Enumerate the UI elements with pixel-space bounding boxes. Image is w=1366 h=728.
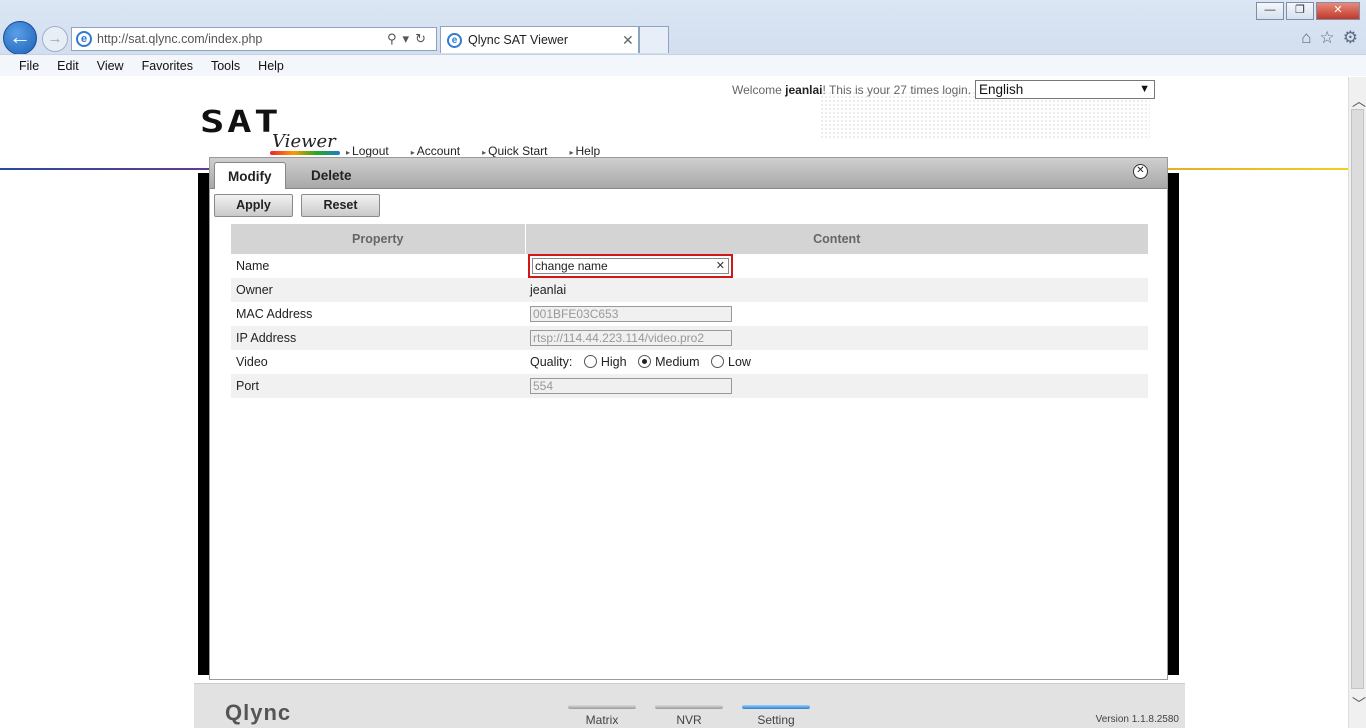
name-label: Name (236, 259, 270, 273)
welcome-prefix: Welcome (732, 83, 786, 97)
menu-help[interactable]: Help (258, 59, 284, 73)
footer-tab-setting[interactable]: Setting (742, 705, 810, 727)
modify-device-dialog: Modify Delete ✕ Apply Reset Property Con… (209, 157, 1168, 680)
page-scrollbar[interactable]: ︿ ﹀ (1348, 77, 1366, 728)
gear-icon[interactable]: ⚙ (1343, 28, 1358, 48)
quality-high-radio[interactable] (583, 355, 597, 368)
quality-medium-radio[interactable] (638, 355, 652, 368)
clear-input-icon[interactable]: ✕ (716, 259, 725, 273)
video-label: Video (236, 355, 268, 369)
quality-medium-label: Medium (655, 355, 700, 369)
footer-tab-matrix-label: Matrix (585, 713, 619, 727)
page-content: Welcome jeanlai! This is your 27 times l… (0, 77, 1348, 728)
top-nav: Logout Account Quick Start Help (346, 144, 622, 158)
menu-view[interactable]: View (97, 59, 124, 73)
nav-logout[interactable]: Logout (346, 144, 389, 158)
ip-label: IP Address (231, 326, 525, 350)
apply-button[interactable]: Apply (214, 194, 293, 217)
menu-edit[interactable]: Edit (57, 59, 79, 73)
menu-file[interactable]: File (19, 59, 39, 73)
owner-value: jeanlai (525, 278, 1148, 302)
quality-high-label: High (600, 355, 627, 369)
welcome-username: jeanlai (785, 83, 823, 97)
table-header-row: Property Content (231, 224, 1148, 254)
close-icon[interactable]: ✕ (1133, 164, 1148, 179)
quality-low-radio[interactable] (711, 355, 725, 368)
nav-account[interactable]: Account (411, 144, 460, 158)
mac-address-field: 001BFE03C653 (530, 306, 732, 322)
table-row: Owner jeanlai (231, 278, 1148, 302)
tab-indicator (655, 705, 723, 709)
tab-indicator (568, 705, 636, 709)
search-icon[interactable]: ⚲ (387, 31, 397, 47)
name-input-highlight: change name ✕ (528, 254, 733, 278)
property-table: Property Content Name change name ✕ Owne… (231, 224, 1148, 398)
version-text: Version 1.1.8.2580 (1095, 714, 1179, 725)
port-label: Port (231, 374, 525, 398)
home-icon[interactable]: ⌂ (1301, 28, 1311, 48)
welcome-message: Welcome jeanlai! This is your 27 times l… (732, 83, 971, 97)
footer-tab-setting-label: Setting (757, 713, 795, 727)
logo-swoosh (270, 151, 340, 155)
browser-tab[interactable]: e Qlync SAT Viewer ✕ (440, 26, 639, 53)
ie-icon: e (447, 32, 462, 48)
address-url[interactable]: http://sat.qlync.com/index.php (97, 32, 387, 46)
dropdown-icon[interactable]: ▾ (403, 31, 410, 47)
ip-address-field: rtsp://114.44.223.114/video.pro2 (530, 330, 732, 346)
name-input-value: change name (535, 259, 608, 273)
tab-title: Qlync SAT Viewer (468, 33, 569, 47)
language-value: English (979, 82, 1024, 97)
minimize-button[interactable]: — (1256, 2, 1284, 20)
table-row: IP Address rtsp://114.44.223.114/video.p… (231, 326, 1148, 350)
menu-bar: File Edit View Favorites Tools Help (0, 54, 1366, 76)
scroll-down-icon[interactable]: ﹀ (1352, 694, 1366, 714)
favorites-star-icon[interactable]: ☆ (1320, 28, 1335, 48)
table-row: Name change name ✕ (231, 254, 1148, 278)
refresh-icon[interactable]: ↻ (415, 31, 426, 47)
column-header-property: Property (231, 224, 526, 254)
welcome-suffix: ! This is your 27 times login. (822, 83, 972, 97)
reset-button[interactable]: Reset (301, 194, 380, 217)
scroll-up-icon[interactable]: ︿ (1352, 91, 1366, 111)
back-button[interactable]: ← (3, 21, 37, 55)
footer-bar: Qlync Matrix NVR Setting Version 1.1.8.2… (194, 683, 1185, 728)
menu-tools[interactable]: Tools (211, 59, 240, 73)
language-select[interactable]: English ▼ (975, 80, 1155, 99)
browser-chrome: ← → e http://sat.qlync.com/index.php ⚲ ▾… (0, 0, 1366, 76)
footer-tab-matrix[interactable]: Matrix (568, 705, 636, 727)
table-row: Port 554 (231, 374, 1148, 398)
chevron-down-icon: ▼ (1139, 83, 1150, 95)
forward-button[interactable]: → (42, 26, 68, 52)
nav-help[interactable]: Help (569, 144, 600, 158)
mac-label: MAC Address (236, 307, 313, 321)
restore-button[interactable]: ❐ (1286, 2, 1314, 20)
dialog-header: Modify Delete ✕ (210, 158, 1167, 189)
quality-label: Quality: (530, 355, 573, 369)
quality-low-label: Low (728, 355, 751, 369)
menu-favorites[interactable]: Favorites (142, 59, 193, 73)
footer-tab-nvr[interactable]: NVR (655, 705, 723, 727)
logo-viewer: Viewer (272, 131, 336, 152)
ie-icon: e (76, 31, 92, 47)
qlync-logo: Qlync (225, 700, 292, 725)
window-close-button[interactable]: ✕ (1316, 2, 1360, 20)
new-tab-button[interactable] (639, 26, 669, 53)
port-field: 554 (530, 378, 732, 394)
footer-tab-nvr-label: NVR (676, 713, 702, 727)
name-input[interactable]: change name ✕ (532, 258, 729, 274)
close-tab-icon[interactable]: ✕ (622, 32, 634, 49)
nav-quick-start[interactable]: Quick Start (482, 144, 547, 158)
table-row: MAC Address 001BFE03C653 (231, 302, 1148, 326)
column-header-content: Content (525, 224, 1148, 254)
sat-viewer-logo: SAT Viewer (200, 108, 350, 159)
table-row: Video Quality: High Medium Low (231, 350, 1148, 374)
address-bar[interactable]: e http://sat.qlync.com/index.php ⚲ ▾ ↻ (71, 27, 437, 51)
owner-label: Owner (231, 278, 525, 302)
tab-delete[interactable]: Delete (298, 162, 365, 189)
scroll-thumb[interactable] (1351, 109, 1364, 689)
tab-indicator-active (742, 705, 810, 709)
tab-modify[interactable]: Modify (214, 162, 286, 189)
